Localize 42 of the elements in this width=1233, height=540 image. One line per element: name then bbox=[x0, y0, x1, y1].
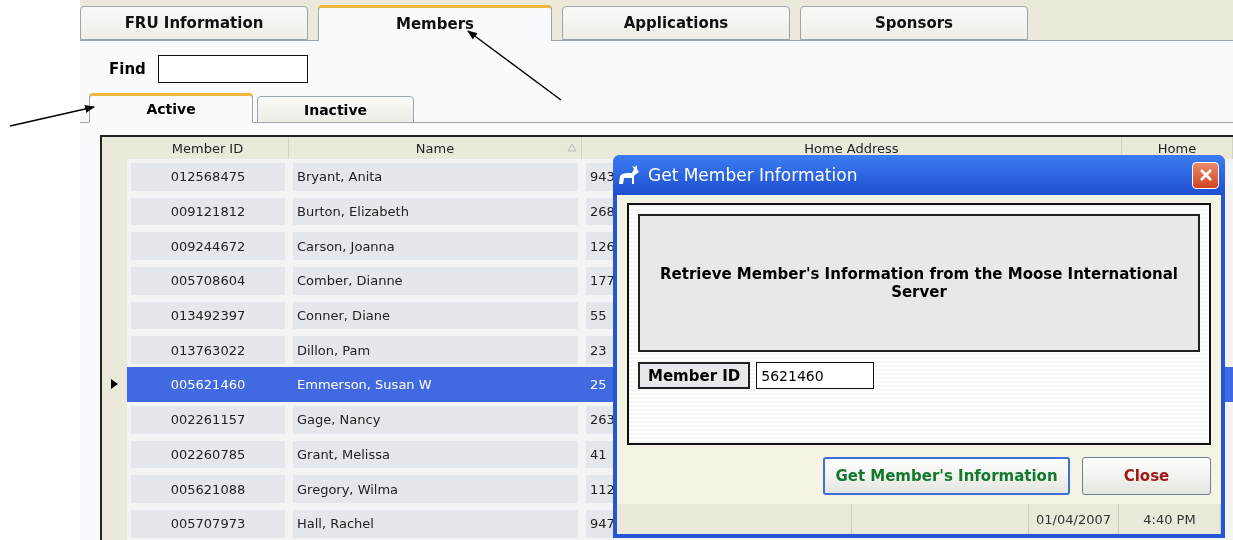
table-cell: 005621088 bbox=[131, 475, 285, 503]
table-cell: 012568475 bbox=[131, 163, 285, 191]
member-id-field[interactable]: 5621460 bbox=[756, 362, 875, 389]
close-button[interactable] bbox=[1192, 161, 1219, 189]
field-label: Member ID bbox=[638, 362, 751, 389]
status-text: 01/04/2007 bbox=[1029, 504, 1119, 534]
close-dialog-button[interactable]: Close bbox=[1082, 457, 1211, 495]
table-cell: Carson, Joanna bbox=[293, 232, 578, 261]
main-tab[interactable]: FRU Information bbox=[80, 6, 308, 40]
column-header[interactable]: Member ID bbox=[127, 137, 289, 159]
find-label: Find bbox=[109, 60, 146, 78]
table-cell: 013492397 bbox=[131, 301, 285, 330]
dialog-title: Get Member Information bbox=[648, 165, 859, 185]
table-cell: Gage, Nancy bbox=[293, 405, 578, 434]
moose-icon bbox=[616, 164, 640, 186]
main-tab[interactable]: Applications bbox=[562, 6, 790, 40]
table-cell: 009121812 bbox=[131, 197, 285, 226]
table-cell: 002261157 bbox=[131, 405, 285, 434]
column-header[interactable]: Name bbox=[289, 137, 582, 159]
table-cell: Bryant, Anita bbox=[293, 163, 578, 191]
dialog-message: Retrieve Member's Information from the Moose International Server bbox=[638, 214, 1200, 352]
table-cell: 005708604 bbox=[131, 267, 285, 295]
table-cell: Conner, Diane bbox=[293, 301, 578, 330]
status-text: 4:40 PM bbox=[1119, 504, 1221, 534]
row-pointer-icon bbox=[111, 379, 118, 390]
table-cell: 009244672 bbox=[131, 232, 285, 261]
sub-tab[interactable]: Active bbox=[89, 93, 253, 123]
table-cell: Burton, Elizabeth bbox=[293, 197, 578, 226]
close-icon bbox=[1198, 168, 1213, 182]
sub-tab[interactable]: Inactive bbox=[257, 96, 414, 123]
table-cell: 013763022 bbox=[131, 336, 285, 365]
find-field[interactable] bbox=[157, 55, 308, 83]
main-tab[interactable]: Members bbox=[318, 5, 552, 41]
table-cell: Hall, Rachel bbox=[293, 509, 578, 538]
table-cell: Comber, Dianne bbox=[293, 267, 578, 295]
main-tab[interactable]: Sponsors bbox=[800, 6, 1028, 40]
table-cell: Gregory, Wilma bbox=[293, 475, 578, 503]
table-cell: Grant, Melissa bbox=[293, 440, 578, 469]
table-cell: Dillon, Pam bbox=[293, 336, 578, 365]
table-cell: 005707973 bbox=[131, 509, 285, 538]
get-info-button[interactable]: Get Member's Information bbox=[823, 457, 1070, 495]
table-cell: 002260785 bbox=[131, 440, 285, 469]
